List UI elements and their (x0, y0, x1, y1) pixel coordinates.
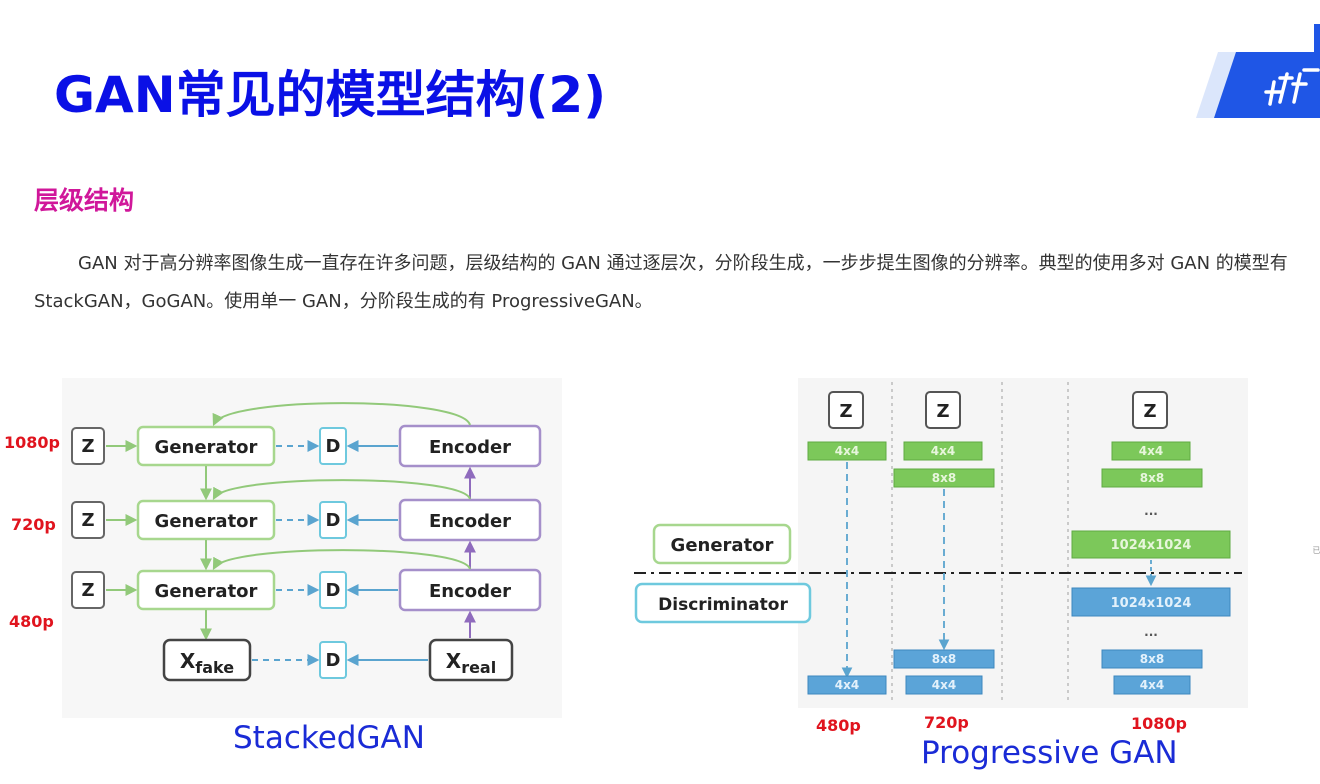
discriminator-label: D (326, 436, 341, 457)
discriminator-label: D (326, 580, 341, 601)
z-label: Z (839, 401, 852, 422)
progressive-gan-caption: Progressive GAN (921, 735, 1178, 771)
gen-block-label: 4x4 (835, 444, 859, 458)
dis-block-label: 4x4 (835, 678, 859, 692)
gen-block-label: 8x8 (1140, 471, 1164, 485)
stacked-bottom-row: Xfake D Xreal (162, 638, 514, 682)
stacked-res-label-720p: 720p (11, 515, 56, 534)
progressive-res-label-720p: 720p (924, 713, 969, 732)
gen-block-label: 4x4 (931, 444, 955, 458)
z-label: Z (81, 580, 94, 601)
gen-block-label: 1024x1024 (1111, 538, 1192, 553)
z-label: Z (81, 510, 94, 531)
stackedgan-caption: StackedGAN (233, 720, 425, 756)
generator-label: Generator (671, 535, 774, 556)
slide-title: GAN常见的模型结构(2) (54, 66, 607, 124)
description-paragraph: GAN 对于高分辨率图像生成一直存在许多问题，层级结构的 GAN 通过逐层次，分… (34, 253, 1288, 312)
gen-block-label: 8x8 (932, 471, 956, 485)
gen-block-label: 4x4 (1139, 444, 1163, 458)
dis-block-label: 8x8 (932, 652, 956, 666)
generator-label: Generator (155, 437, 258, 458)
z-label: Z (1143, 401, 1156, 422)
side-note: 已 (1312, 546, 1320, 554)
generator-label: Generator (155, 581, 258, 602)
logo-icon (1196, 24, 1320, 118)
discriminator-label: Discriminator (658, 595, 788, 615)
discriminator-label: D (326, 510, 341, 531)
stackedgan-diagram: Z Generator D Encoder Z Generator D Enco… (62, 378, 562, 718)
dis-block-label: 8x8 (1140, 652, 1164, 666)
dis-block-label: 4x4 (932, 678, 956, 692)
progressive-res-label-1080p: 1080p (1131, 714, 1187, 733)
progressive-res-label-480p: 480p (816, 716, 861, 735)
stacked-res-label-1080p: 1080p (4, 433, 60, 452)
dis-ellipsis: ... (1144, 625, 1158, 639)
discriminator-label: D (326, 650, 341, 671)
dis-block-label: 1024x1024 (1111, 596, 1192, 611)
encoder-label: Encoder (429, 437, 511, 458)
dis-block-label: 4x4 (1140, 678, 1164, 692)
generator-label: Generator (155, 511, 258, 532)
gen-ellipsis: ... (1144, 504, 1158, 518)
section-heading: 层级结构 (34, 186, 135, 215)
z-label: Z (936, 401, 949, 422)
encoder-label: Encoder (429, 581, 511, 602)
encoder-label: Encoder (429, 511, 511, 532)
stacked-res-label-480p: 480p (9, 612, 54, 631)
z-label: Z (81, 436, 94, 457)
progressive-gan-diagram: Generator Discriminator Z 4x4 4x4 Z 4x4 … (634, 378, 1248, 708)
